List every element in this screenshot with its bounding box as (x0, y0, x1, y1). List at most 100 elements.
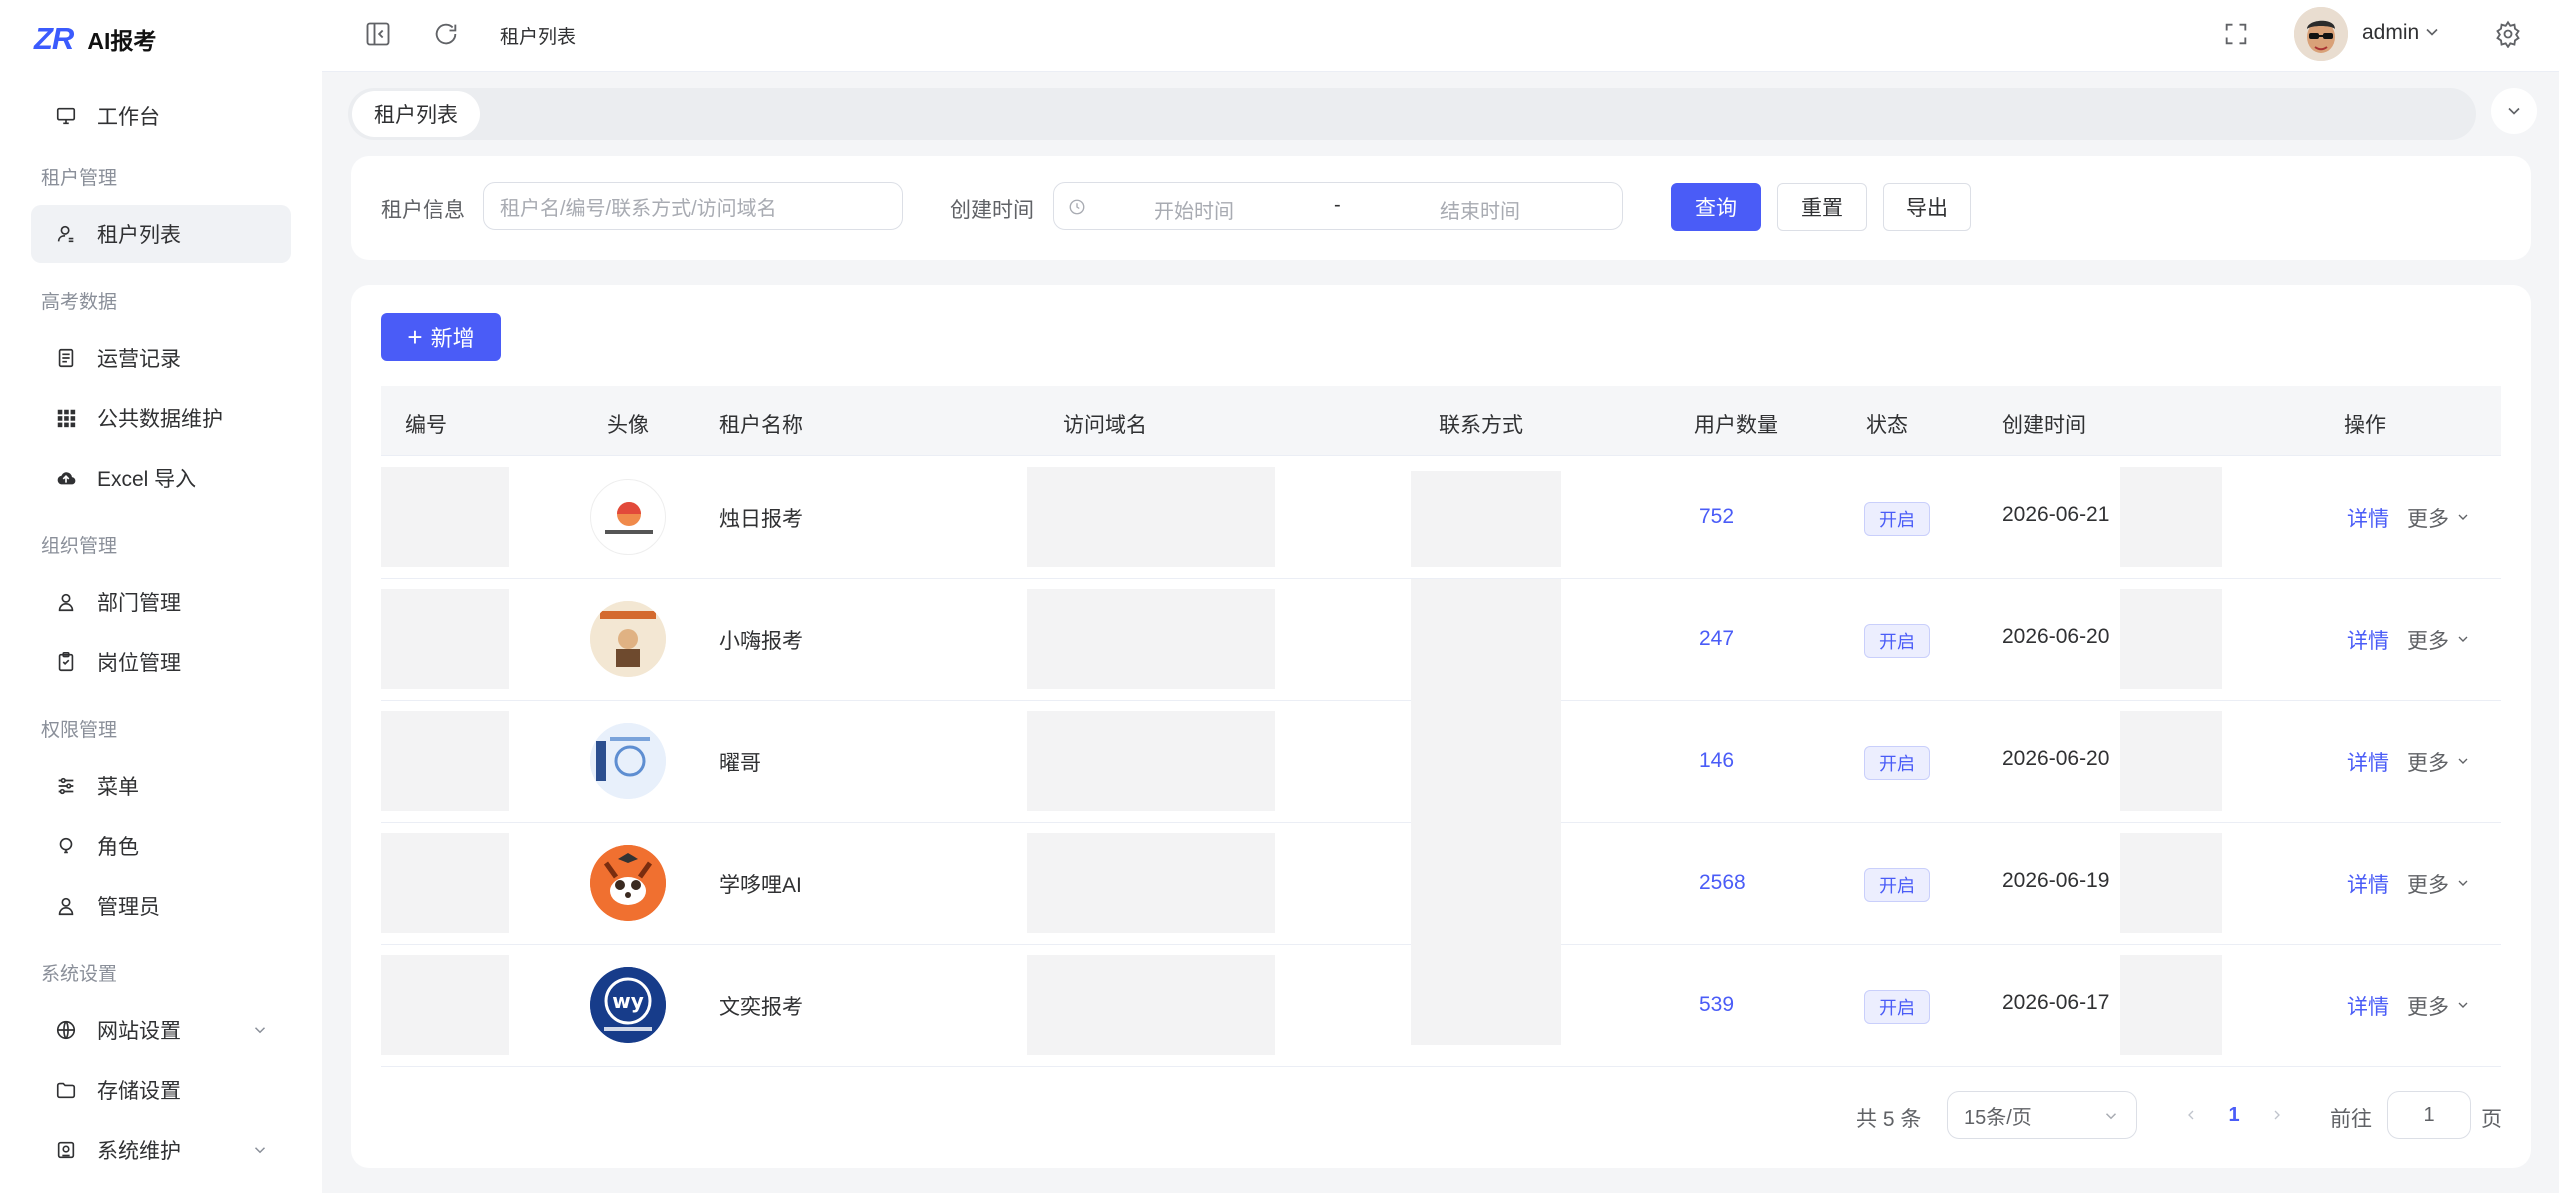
more-dropdown[interactable]: 更多 (2407, 625, 2449, 655)
tenant-table-panel: + 新增 编号 头像 租户名称 访问域名 联系方式 用户数量 状态 创建时间 操… (351, 285, 2531, 1168)
sidebar-item-label: 岗位管理 (97, 652, 181, 675)
query-button[interactable]: 查询 (1671, 183, 1761, 231)
redacted-cell (2120, 833, 2222, 933)
goto-page-input[interactable]: 1 (2387, 1091, 2471, 1139)
refresh-icon[interactable] (432, 20, 460, 48)
end-time-placeholder[interactable]: 结束时间 (1440, 195, 1520, 224)
chevron-down-icon[interactable] (2455, 753, 2471, 769)
tenant-name: 小嗨报考 (719, 630, 803, 653)
page-number-current[interactable]: 1 (2214, 1091, 2254, 1139)
chevron-down-icon[interactable] (2455, 631, 2471, 647)
chevron-down-icon[interactable] (2422, 22, 2442, 42)
detail-link[interactable]: 详情 (2347, 503, 2389, 533)
sidebar-item-department[interactable]: 部门管理 (31, 573, 291, 631)
user-name[interactable]: admin (2362, 21, 2419, 45)
user-count-link[interactable]: 539 (1699, 993, 1734, 1017)
redacted-domain (1027, 589, 1275, 689)
column-header-status: 状态 (1866, 414, 1908, 437)
sidebar-item-role[interactable]: 角色 (31, 817, 291, 875)
department-icon (53, 589, 79, 615)
user-count-link[interactable]: 752 (1699, 505, 1734, 529)
redacted-cell (2120, 467, 2222, 567)
avatar[interactable] (2294, 7, 2348, 61)
detail-link[interactable]: 详情 (2347, 625, 2389, 655)
user-icon (53, 893, 79, 919)
user-count-link[interactable]: 247 (1699, 627, 1734, 651)
sidebar-item-operation-records[interactable]: 运营记录 (31, 329, 291, 387)
sidebar-item-label: 公共数据维护 (97, 408, 223, 431)
tenant-avatar (590, 723, 666, 799)
tenant-search-input[interactable]: 租户名/编号/联系方式/访问域名 (483, 182, 903, 230)
next-page-button[interactable] (2257, 1091, 2297, 1139)
detail-link[interactable]: 详情 (2347, 991, 2389, 1021)
grid-icon (53, 405, 79, 431)
sidebar-item-maintenance[interactable]: 系统维护 (31, 1121, 291, 1179)
redacted-domain (1027, 955, 1275, 1055)
column-header-created: 创建时间 (2002, 414, 2086, 437)
search-panel: 租户信息 租户名/编号/联系方式/访问域名 创建时间 开始时间 - 结束时间 查… (351, 156, 2531, 260)
collapse-sidebar-icon[interactable] (364, 20, 392, 48)
cloud-upload-icon (53, 465, 79, 491)
tabs-bar: 租户列表 (348, 88, 2476, 140)
sidebar-item-site-settings[interactable]: 网站设置 (31, 1001, 291, 1059)
redacted-cell (2120, 955, 2222, 1055)
reset-button[interactable]: 重置 (1777, 183, 1867, 231)
prev-page-button[interactable] (2171, 1091, 2211, 1139)
page-size-select[interactable]: 15条/页 (1947, 1091, 2137, 1139)
sidebar-item-tenant-list[interactable]: 租户列表 (31, 205, 291, 263)
redacted-domain (1027, 467, 1275, 567)
status-badge: 开启 (1864, 502, 1930, 536)
chevron-down-icon[interactable] (2455, 509, 2471, 525)
more-dropdown[interactable]: 更多 (2407, 503, 2449, 533)
sliders-icon (53, 773, 79, 799)
date-range-picker[interactable]: 开始时间 - 结束时间 (1053, 182, 1623, 230)
more-dropdown[interactable]: 更多 (2407, 747, 2449, 777)
status-badge: 开启 (1864, 868, 1930, 902)
user-count-link[interactable]: 2568 (1699, 871, 1746, 895)
menu-group-title: 权限管理 (41, 719, 118, 741)
more-dropdown[interactable]: 更多 (2407, 991, 2449, 1021)
chevron-down-icon[interactable] (2455, 997, 2471, 1013)
sidebar-item-admin[interactable]: 管理员 (31, 877, 291, 935)
sidebar-item-workbench[interactable]: 工作台 (31, 87, 291, 145)
sidebar-item-public-data[interactable]: 公共数据维护 (31, 389, 291, 447)
add-tenant-button[interactable]: + 新增 (381, 313, 501, 361)
bulb-icon (53, 833, 79, 859)
sidebar-item-label: 部门管理 (97, 592, 181, 615)
created-time: 2026-06-19 (2002, 869, 2110, 892)
redacted-contact (1411, 471, 1561, 567)
sidebar-item-position[interactable]: 岗位管理 (31, 633, 291, 691)
sidebar-item-storage-settings[interactable]: 存储设置 (31, 1061, 291, 1119)
export-button[interactable]: 导出 (1883, 183, 1971, 231)
sidebar-item-label: 管理员 (97, 896, 160, 919)
detail-link[interactable]: 详情 (2347, 747, 2389, 777)
column-header-users: 用户数量 (1694, 414, 1778, 437)
more-dropdown[interactable]: 更多 (2407, 869, 2449, 899)
chevron-down-icon[interactable] (2455, 875, 2471, 891)
user-count-link[interactable]: 146 (1699, 749, 1734, 773)
chevron-right-icon (2274, 1110, 2280, 1120)
tenant-icon (53, 221, 79, 247)
sidebar-item-excel-import[interactable]: Excel 导入 (31, 449, 291, 507)
fullscreen-icon[interactable] (2222, 20, 2250, 48)
detail-link[interactable]: 详情 (2347, 869, 2389, 899)
tenant-avatar: wy (590, 967, 666, 1043)
create-time-label: 创建时间 (950, 199, 1034, 222)
sidebar-item-menu[interactable]: 菜单 (31, 757, 291, 815)
created-time: 2026-06-17 (2002, 991, 2110, 1014)
redacted-id (381, 711, 509, 811)
redacted-id (381, 833, 509, 933)
redacted-cell (2120, 589, 2222, 689)
tenant-name: 文奕报考 (719, 996, 803, 1019)
table-header: 编号 头像 租户名称 访问域名 联系方式 用户数量 状态 创建时间 操作 (381, 386, 2501, 456)
tab-tenant-list[interactable]: 租户列表 (352, 91, 480, 137)
sidebar-item-label: 菜单 (97, 776, 139, 799)
pagination-total: 共 5 条 (1856, 1108, 1922, 1131)
start-time-placeholder[interactable]: 开始时间 (1154, 195, 1234, 224)
plus-icon: + (407, 322, 423, 352)
status-badge: 开启 (1864, 746, 1930, 780)
tabs-menu-toggle[interactable] (2491, 88, 2537, 134)
sidebar-item-label: 角色 (97, 836, 139, 859)
settings-gear-icon[interactable] (2494, 20, 2522, 48)
sidebar-item-label: 工作台 (97, 106, 160, 129)
